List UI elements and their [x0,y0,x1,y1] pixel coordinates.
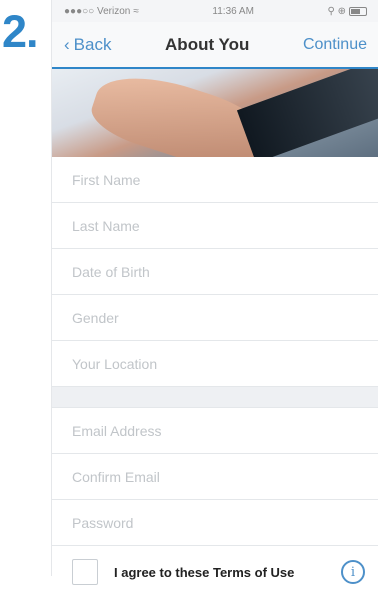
password-field[interactable]: Password [52,500,378,546]
account-info-group: Email Address Confirm Email Password [52,408,378,546]
battery-icon [349,6,367,16]
location-placeholder: Your Location [72,355,158,372]
hero-image [52,69,378,157]
back-label: Back [73,34,112,54]
chevron-left-icon: ‹ [64,34,70,54]
personal-info-group: First Name Last Name Date of Birth Gende… [52,157,378,387]
email-placeholder: Email Address [72,422,162,439]
location-field[interactable]: Your Location [52,341,378,387]
first-name-field[interactable]: First Name [52,157,378,203]
terms-checkbox[interactable] [72,559,98,585]
terms-row: I agree to these Terms of Use i [52,546,378,598]
carrier-text: ●●●○○ Verizon [64,5,131,17]
status-left: ●●●○○ Verizon ≈ [64,6,139,17]
continue-button[interactable]: Continue [303,36,367,54]
date-of-birth-placeholder: Date of Birth [72,263,150,280]
phone-screen: ●●●○○ Verizon ≈ 11:36 AM ⚲ ⊕ ‹ Back Abou… [51,0,378,598]
status-right: ⚲ ⊕ [328,6,367,17]
step-number: 2. [2,6,39,57]
navigation-bar: ‹ Back About You Continue [52,22,378,69]
email-field[interactable]: Email Address [52,408,378,454]
page-title: About You [165,34,250,54]
date-of-birth-field[interactable]: Date of Birth [52,249,378,295]
section-divider [52,387,378,408]
gender-field[interactable]: Gender [52,295,378,341]
status-icons: ⚲ ⊕ [327,5,346,17]
confirm-email-field[interactable]: Confirm Email [52,454,378,500]
info-icon[interactable]: i [341,560,365,584]
gender-placeholder: Gender [72,309,119,326]
wifi-icon: ≈ [133,5,139,17]
last-name-placeholder: Last Name [72,217,140,234]
status-bar: ●●●○○ Verizon ≈ 11:36 AM ⚲ ⊕ [52,0,378,22]
back-button[interactable]: ‹ Back [64,35,111,55]
first-name-placeholder: First Name [72,171,141,188]
device-photo [236,69,378,157]
last-name-field[interactable]: Last Name [52,203,378,249]
terms-label: I agree to these Terms of Use [114,564,295,580]
password-placeholder: Password [72,514,134,531]
status-time: 11:36 AM [212,5,254,17]
registration-form: First Name Last Name Date of Birth Gende… [52,157,378,598]
confirm-email-placeholder: Confirm Email [72,468,160,485]
